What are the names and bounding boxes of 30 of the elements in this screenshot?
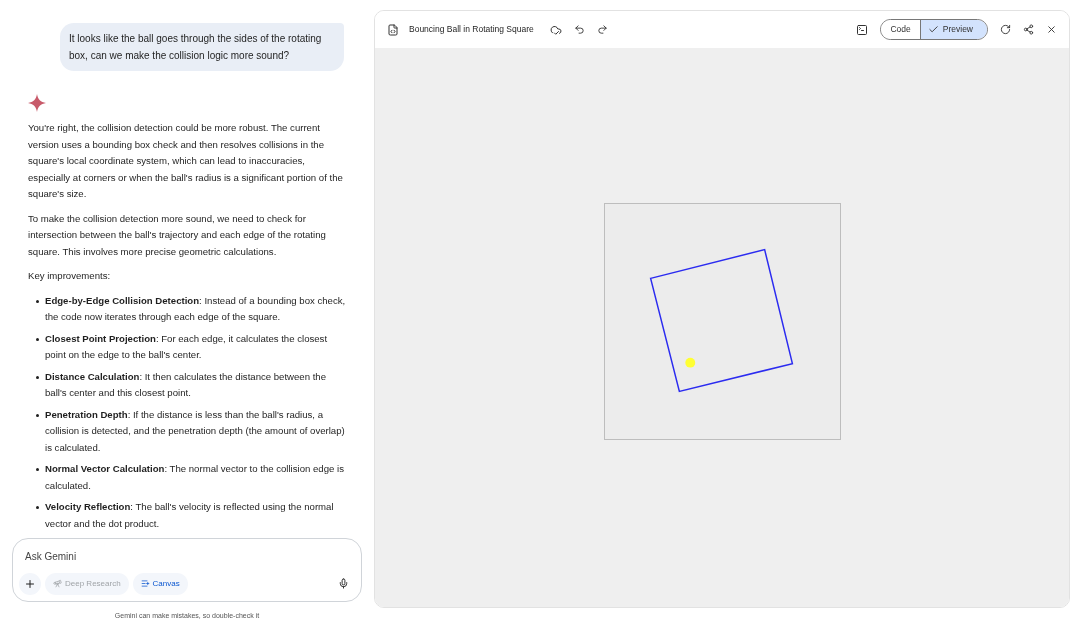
- cloud-icon: [549, 23, 562, 36]
- view-toggle[interactable]: Preview: [919, 20, 987, 39]
- bullet-text: Closest Point Projection: For each edge, it calculates the closest point on the edge to the ball's center.: [45, 331, 329, 362]
- response-paragraph: Key improvements:: [28, 269, 112, 283]
- plus-icon: [24, 577, 36, 590]
- check-icon: [927, 24, 939, 35]
- tool-chip[interactable]: Canvas: [132, 572, 188, 595]
- add-button[interactable]: [19, 572, 41, 595]
- response-paragraph: To make the collision detection more sound, we need to check for intersection between the ball's trajectory and each edge of the rotating square. This involves more precise geometric calculations.: [28, 211, 327, 259]
- bullet-text: Velocity Reflection: The ball's velocity is reflected using the normal vector and the dot product.: [45, 500, 335, 531]
- bullet-text: Penetration Depth: If the distance is less than the ball's radius, a collision is detected, and the penetration depth (the amount of overlap) is calculated.: [45, 407, 346, 455]
- redo-icon[interactable]: [596, 24, 608, 35]
- list-icon: [140, 579, 150, 588]
- sparkle-icon: [28, 94, 46, 112]
- canvas-title: Bouncing Ball in Rotating Square: [409, 23, 534, 36]
- bullet-text: Distance Calculation: It then calculates the distance between the ball's center and this closest point.: [45, 369, 328, 400]
- prompt-input[interactable]: Ask Gemini: [19, 548, 355, 564]
- user-message: It looks like the ball goes through the sides of the rotating box, can we make the collision logic more sound?: [60, 23, 344, 71]
- response-paragraph: You're right, the collision detection could be more robust. The current version uses a bounding box check and then resolves collisions in the square's local coordinate system, which can lead to inaccuracies, especially at corners or when the ball's radius is a significant portion of the square's size.: [28, 121, 344, 201]
- console-icon[interactable]: [856, 23, 869, 36]
- bullet-text: Normal Vector Calculation: The normal vector to the collision edge is calculated.: [45, 462, 345, 493]
- close-icon[interactable]: [1046, 24, 1057, 35]
- code-icon: [387, 23, 399, 36]
- share-icon[interactable]: [1023, 24, 1034, 35]
- undo-icon[interactable]: [573, 24, 585, 35]
- ball: [684, 357, 695, 368]
- refresh-icon[interactable]: [1000, 24, 1011, 35]
- telescope-icon: [53, 579, 62, 588]
- bullet-text: Edge-by-Edge Collision Detection: Instead of a bounding box check, the code now iterates through each edge of the square.: [45, 293, 346, 324]
- microphone-icon[interactable]: [338, 578, 349, 589]
